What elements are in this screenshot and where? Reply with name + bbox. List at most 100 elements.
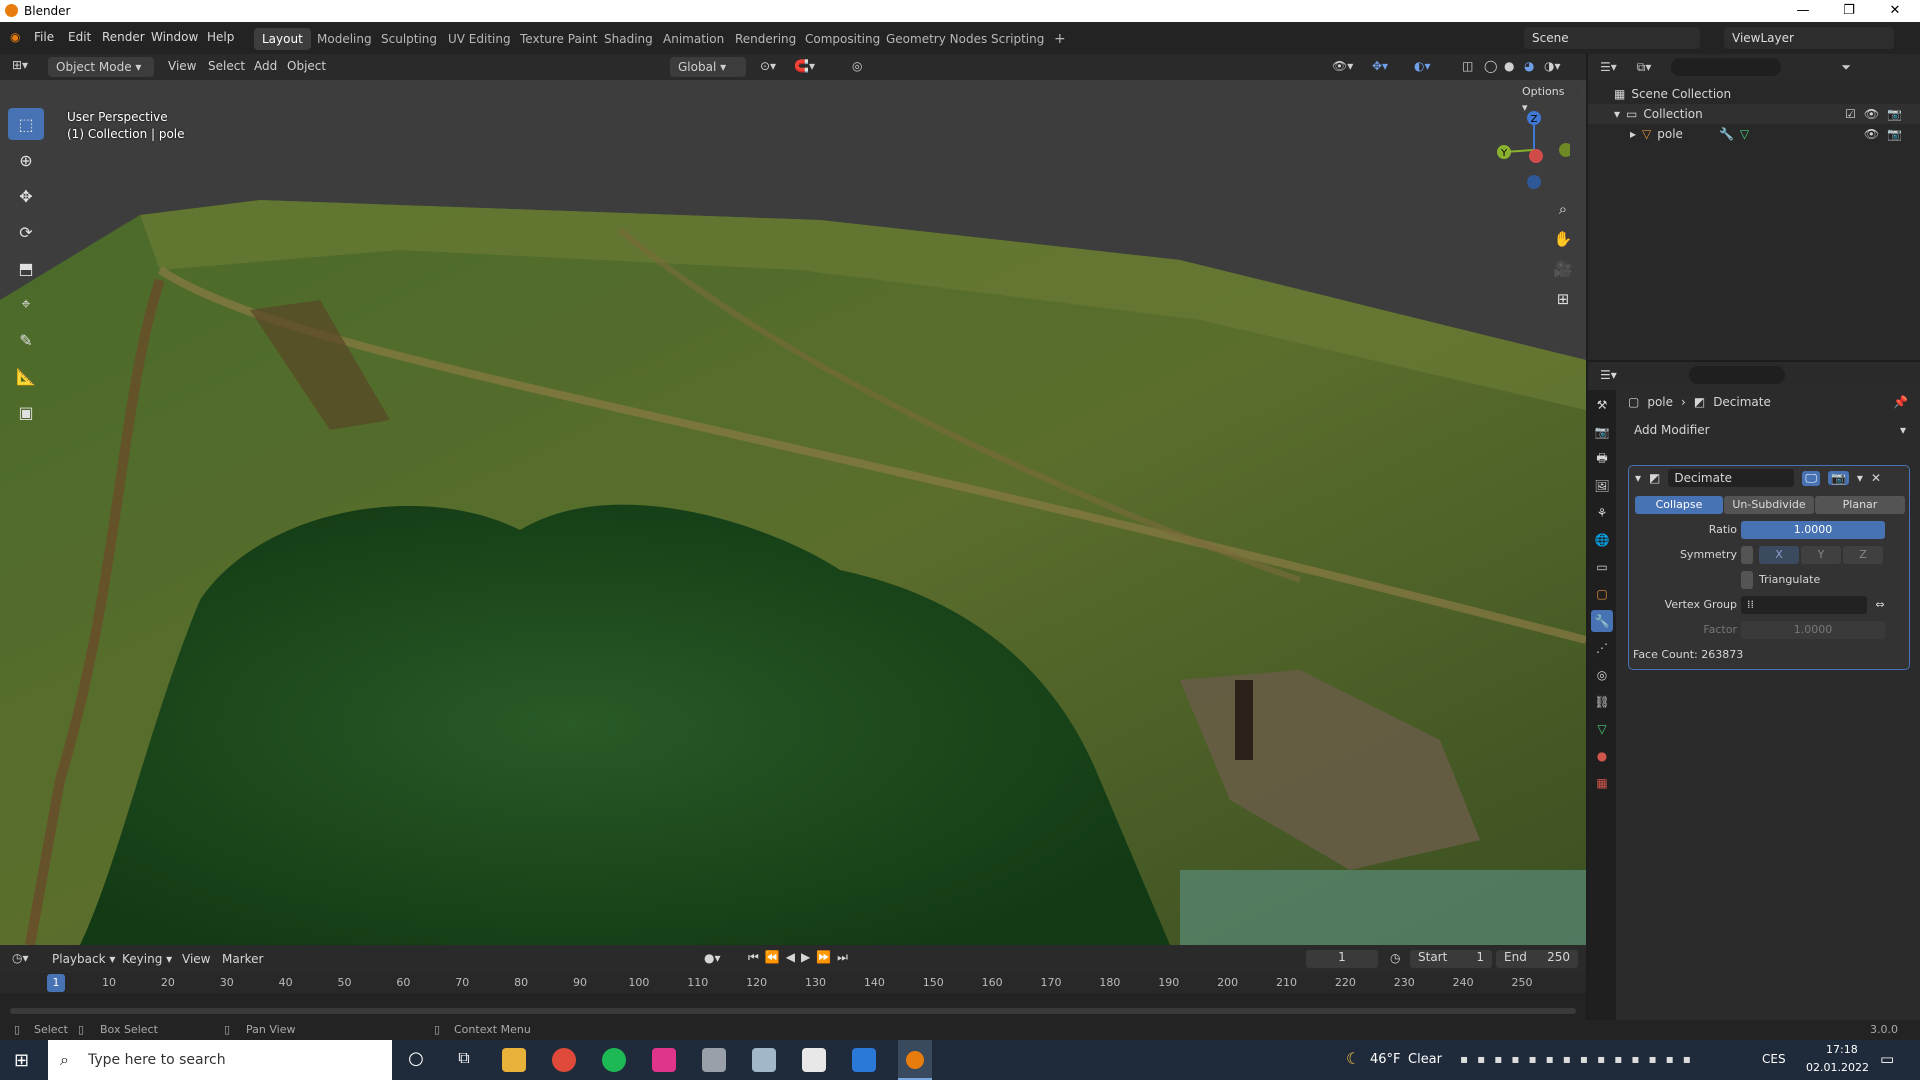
vertex-group-field[interactable]: ⁞⁞ bbox=[1741, 596, 1867, 614]
world-tab-icon[interactable]: 🌐 bbox=[1591, 529, 1613, 551]
add-workspace-button[interactable]: + bbox=[1046, 28, 1074, 50]
timeline-menu-view[interactable]: View bbox=[182, 952, 210, 966]
menu-window[interactable]: Window bbox=[151, 30, 198, 44]
tab-rendering[interactable]: Rendering bbox=[727, 28, 804, 50]
view-layer-tab-icon[interactable]: 🖼 bbox=[1591, 475, 1613, 497]
collapse-panel-icon[interactable]: ▾ bbox=[1635, 471, 1641, 485]
render-tab-icon[interactable]: 📷 bbox=[1591, 421, 1613, 443]
current-frame-field[interactable]: 1 bbox=[1306, 950, 1378, 968]
remove-modifier-icon[interactable]: ✕ bbox=[1871, 471, 1881, 485]
realtime-toggle-icon[interactable]: 🖵 bbox=[1802, 470, 1820, 486]
app-icon[interactable] bbox=[652, 1048, 676, 1072]
xray-icon[interactable]: ◫ bbox=[1462, 59, 1473, 73]
outliner-item-scene-collection[interactable]: ▦ Scene Collection bbox=[1588, 84, 1920, 104]
scene-selector[interactable]: Scene bbox=[1524, 27, 1700, 49]
options-dropdown[interactable]: Options ▾ bbox=[1514, 82, 1580, 114]
app4-icon[interactable] bbox=[802, 1048, 826, 1072]
tab-modeling[interactable]: Modeling bbox=[309, 28, 380, 50]
texture-tab-icon[interactable]: ▦ bbox=[1591, 772, 1613, 794]
tab-geometry-nodes[interactable]: Geometry Nodes bbox=[878, 28, 995, 50]
invert-vertex-group-icon[interactable]: ⇔ bbox=[1871, 596, 1889, 614]
modifier-menu-icon[interactable]: ▾ bbox=[1857, 471, 1863, 485]
tab-layout[interactable]: Layout bbox=[254, 28, 311, 50]
minimize-icon[interactable]: — bbox=[1780, 0, 1826, 22]
snap-icon[interactable]: 🧲▾ bbox=[794, 59, 815, 73]
outliner-search-input[interactable] bbox=[1671, 58, 1782, 76]
end-frame-field[interactable]: End 250 bbox=[1496, 950, 1578, 968]
timeline-editor-icon[interactable]: ◷▾ bbox=[12, 951, 29, 965]
editor-type-icon[interactable]: ⊞▾ bbox=[12, 58, 28, 72]
visibility-icon[interactable]: 👁▾ bbox=[1332, 59, 1353, 73]
blender-menu-icon[interactable]: ◉ bbox=[10, 30, 20, 44]
clock-time[interactable]: 17:18 bbox=[1826, 1043, 1858, 1056]
symmetry-z-button[interactable]: Z bbox=[1843, 546, 1883, 564]
menu-file[interactable]: File bbox=[34, 30, 54, 44]
viewport-menu-view[interactable]: View bbox=[168, 59, 196, 73]
solid-shading-icon[interactable]: ● bbox=[1504, 59, 1514, 73]
task-view-icon[interactable]: ⧉ bbox=[452, 1048, 476, 1072]
pan-hand-icon[interactable]: ✋ bbox=[1550, 226, 1576, 252]
3d-viewport[interactable]: User Perspective (1) Collection | pole O… bbox=[0, 80, 1586, 945]
move-tool-icon[interactable]: ✥ bbox=[8, 180, 44, 212]
outliner-display-mode-icon[interactable]: ⧉▾ bbox=[1637, 60, 1652, 75]
modifier-name-field[interactable]: Decimate bbox=[1668, 469, 1795, 487]
pivot-icon[interactable]: ⊙▾ bbox=[760, 59, 776, 73]
windows-start-icon[interactable]: ⊞ bbox=[14, 1050, 29, 1071]
tool-tab-icon[interactable]: ⚒ bbox=[1591, 394, 1613, 416]
app2-icon[interactable] bbox=[702, 1048, 726, 1072]
start-frame-field[interactable]: Start 1 bbox=[1410, 950, 1492, 968]
language-indicator[interactable]: CES bbox=[1762, 1052, 1786, 1066]
gizmo-toggle-icon[interactable]: ✥▾ bbox=[1372, 59, 1388, 73]
menu-render[interactable]: Render bbox=[102, 30, 145, 44]
constraints-tab-icon[interactable]: ⛓ bbox=[1591, 691, 1613, 713]
factor-slider[interactable]: 1.0000 bbox=[1741, 621, 1885, 639]
symmetry-y-button[interactable]: Y bbox=[1801, 546, 1841, 564]
triangulate-checkbox[interactable] bbox=[1741, 571, 1753, 589]
zoom-icon[interactable]: ⌕ bbox=[1550, 196, 1576, 222]
ratio-slider[interactable]: 1.0000 bbox=[1741, 521, 1885, 539]
viewport-menu-select[interactable]: Select bbox=[208, 59, 245, 73]
app3-icon[interactable] bbox=[752, 1048, 776, 1072]
material-tab-icon[interactable]: ● bbox=[1591, 745, 1613, 767]
properties-editor-icon[interactable]: ☰▾ bbox=[1600, 368, 1617, 382]
timeline-menu-playback[interactable]: Playback ▾ bbox=[52, 952, 115, 966]
tab-animation[interactable]: Animation bbox=[655, 28, 732, 50]
menu-edit[interactable]: Edit bbox=[68, 30, 91, 44]
tab-compositing[interactable]: Compositing bbox=[797, 28, 888, 50]
measure-tool-icon[interactable]: 📐 bbox=[8, 360, 44, 392]
viewport-menu-add[interactable]: Add bbox=[254, 59, 277, 73]
modifier-tab-icon[interactable]: 🔧 bbox=[1591, 610, 1613, 632]
system-tray-icons[interactable]: ▪▪▪▪▪▪▪▪▪▪▪▪▪▪ bbox=[1460, 1052, 1700, 1066]
camera-view-icon[interactable]: 🎥 bbox=[1550, 256, 1576, 282]
scale-tool-icon[interactable]: ⬒ bbox=[8, 252, 44, 284]
navigation-gizmo[interactable]: Z Y bbox=[1490, 108, 1570, 190]
transform-orientation-dropdown[interactable]: Global ▾ bbox=[670, 57, 746, 77]
restore-icon[interactable]: ❐ bbox=[1826, 0, 1872, 22]
taskbar-search-box[interactable]: ⌕ Type here to search bbox=[48, 1040, 392, 1080]
viewport-menu-object[interactable]: Object bbox=[287, 59, 326, 73]
cursor-tool-icon[interactable]: ⊕ bbox=[8, 144, 44, 176]
view-layer-selector[interactable]: ViewLayer bbox=[1724, 27, 1894, 49]
particles-tab-icon[interactable]: ⋰ bbox=[1591, 637, 1613, 659]
collection-tab-icon[interactable]: ▭ bbox=[1591, 556, 1613, 578]
pin-icon[interactable]: 📌 bbox=[1893, 395, 1908, 409]
add-cube-tool-icon[interactable]: ▣ bbox=[8, 396, 44, 428]
rendered-shading-icon[interactable]: ◑▾ bbox=[1544, 59, 1561, 73]
mode-unsubdivide-button[interactable]: Un-Subdivide bbox=[1724, 496, 1814, 514]
timeline-scrollbar[interactable] bbox=[10, 1008, 1576, 1014]
tab-sculpting[interactable]: Sculpting bbox=[373, 28, 445, 50]
material-shading-icon[interactable]: ◕ bbox=[1524, 59, 1534, 73]
tab-shading[interactable]: Shading bbox=[596, 28, 661, 50]
outliner-item-pole[interactable]: ▸ ▽ pole 🔧 ▽ 👁📷 bbox=[1588, 124, 1920, 144]
weather-temp[interactable]: 46°F bbox=[1370, 1052, 1401, 1067]
spotify-icon[interactable] bbox=[602, 1048, 626, 1072]
timeline-ruler[interactable]: 1 10 20 30 40 50 60 70 80 90 100 110 120 130 140 150 160… bbox=[0, 973, 1586, 993]
record-icon[interactable]: ●▾ bbox=[704, 951, 721, 965]
tab-texture-paint[interactable]: Texture Paint bbox=[512, 28, 605, 50]
transform-tool-icon[interactable]: ⌖ bbox=[8, 288, 44, 320]
weather-text[interactable]: Clear bbox=[1408, 1052, 1442, 1067]
output-tab-icon[interactable]: 🖶 bbox=[1591, 448, 1613, 470]
properties-search-input[interactable] bbox=[1688, 366, 1785, 384]
app5-icon[interactable] bbox=[852, 1048, 876, 1072]
annotate-tool-icon[interactable]: ✎ bbox=[8, 324, 44, 356]
